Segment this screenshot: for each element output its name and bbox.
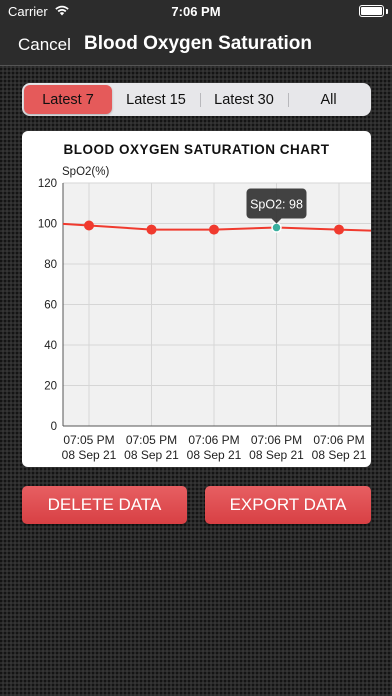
status-time: 7:06 PM	[171, 4, 221, 19]
tooltip-text: SpO2: 98	[250, 198, 303, 212]
data-point	[146, 224, 157, 235]
cancel-button[interactable]: Cancel	[18, 35, 71, 55]
status-bar: Carrier 7:06 PM	[0, 0, 392, 24]
page-title: Blood Oxygen Saturation	[84, 33, 313, 54]
y-tick-label: 20	[44, 381, 57, 393]
battery-tip	[386, 9, 388, 14]
segment-latest-7[interactable]: Latest 7	[24, 85, 112, 114]
chart-card: BLOOD OXYGEN SATURATION CHART SpO2(%) 02…	[22, 131, 371, 467]
segment-all[interactable]: All	[288, 85, 369, 114]
x-tick-label-time: 07:06 PM	[188, 433, 239, 447]
x-tick-label-date: 08 Sep 21	[312, 448, 367, 462]
x-tick-label-time: 07:05 PM	[63, 433, 114, 447]
y-tick-label: 40	[44, 340, 57, 352]
x-tick-label-date: 08 Sep 21	[249, 448, 304, 462]
battery-icon	[359, 5, 384, 17]
segment-latest-15[interactable]: Latest 15	[112, 85, 200, 114]
x-tick-label-date: 08 Sep 21	[124, 448, 179, 462]
x-tick-label-time: 07:05 PM	[126, 433, 177, 447]
y-tick-label: 0	[51, 421, 57, 433]
y-tick-label: 120	[38, 178, 57, 190]
delete-data-button[interactable]: DELETE DATA	[22, 486, 187, 524]
data-point	[209, 224, 219, 235]
range-segmented-control: Latest 7 Latest 15 Latest 30 All	[22, 83, 371, 116]
y-tick-label: 100	[38, 219, 57, 231]
data-point	[334, 224, 344, 235]
spo2-line-chart[interactable]: 02040608010012007:05 PM08 Sep 2107:05 PM…	[22, 131, 371, 467]
y-tick-label: 60	[44, 300, 57, 312]
y-tick-label: 80	[44, 259, 57, 271]
selected-data-point	[271, 222, 282, 233]
x-tick-label-date: 08 Sep 21	[187, 448, 242, 462]
segment-latest-30[interactable]: Latest 30	[200, 85, 288, 114]
navigation-bar: Cancel Blood Oxygen Saturation	[0, 30, 392, 60]
x-tick-label-time: 07:06 PM	[313, 433, 364, 447]
data-point	[84, 220, 94, 231]
x-tick-label-date: 08 Sep 21	[62, 448, 117, 462]
x-tick-label-time: 07:06 PM	[251, 433, 302, 447]
export-data-button[interactable]: EXPORT DATA	[205, 486, 371, 524]
